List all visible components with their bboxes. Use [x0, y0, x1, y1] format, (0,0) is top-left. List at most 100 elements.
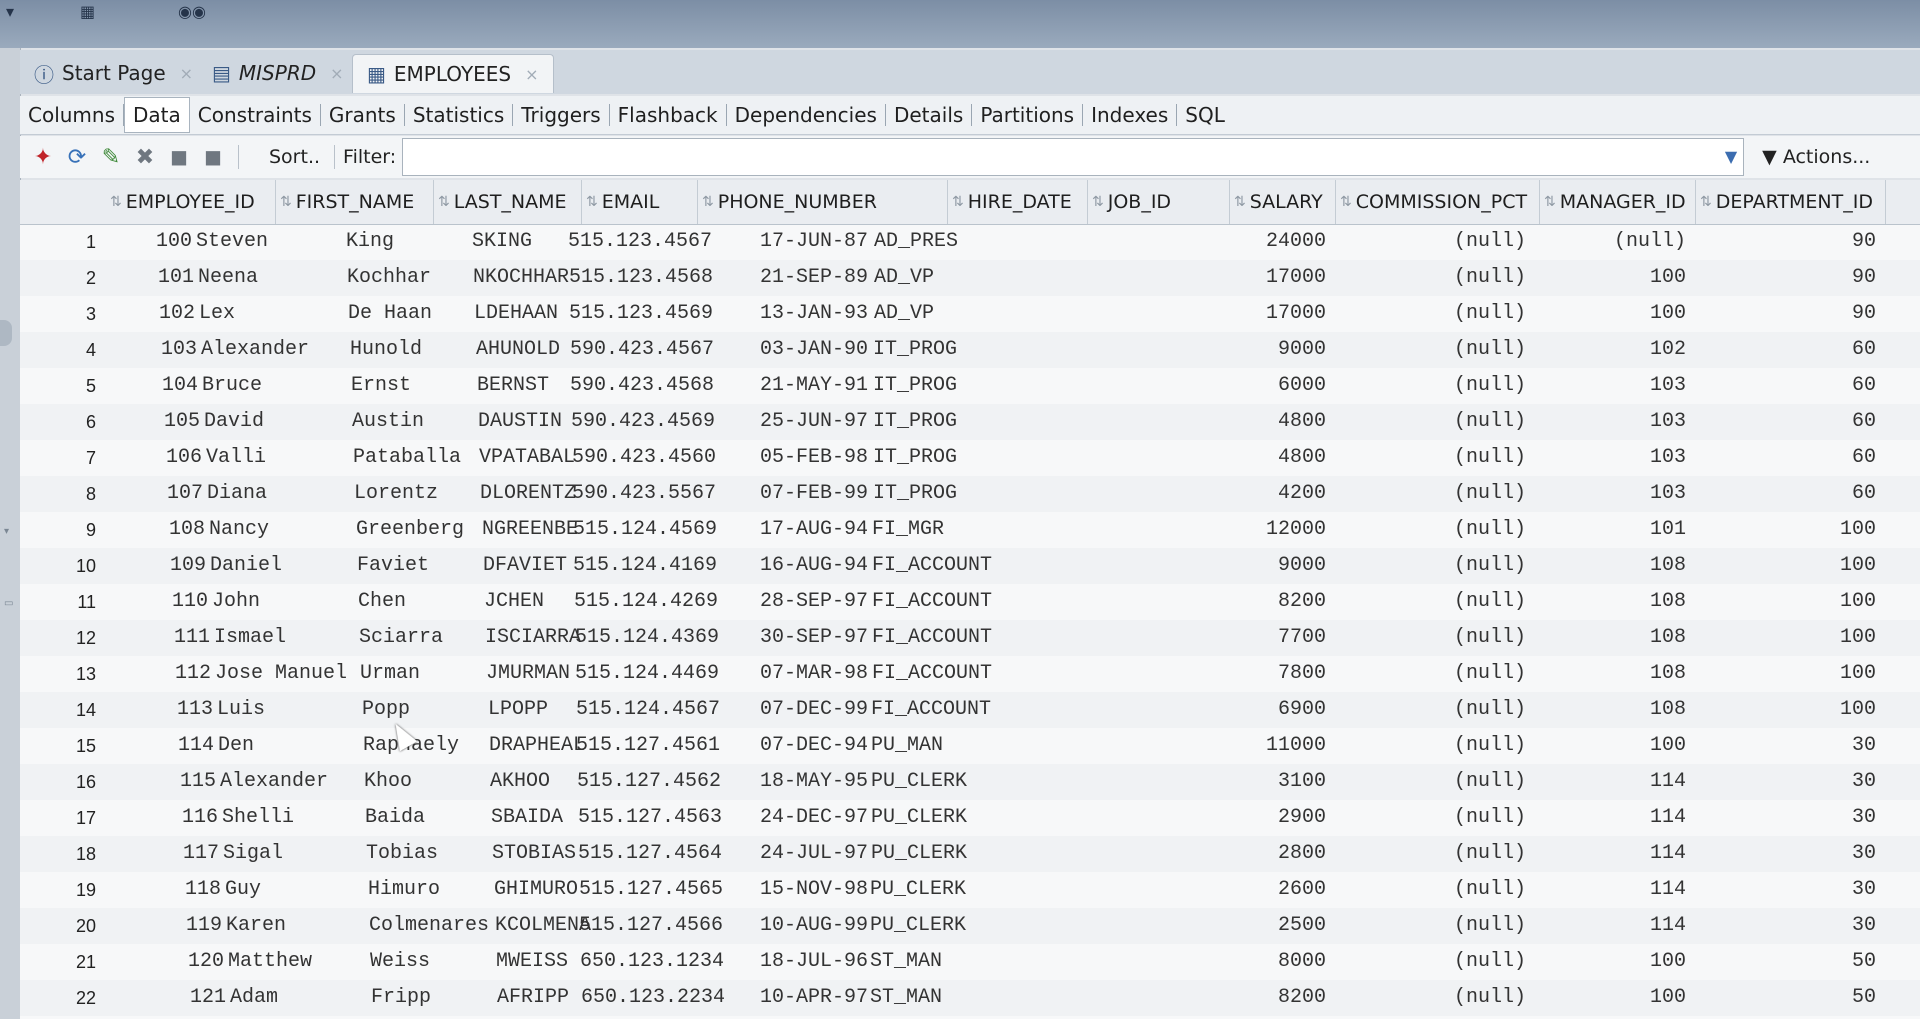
manager-id-cell[interactable]: 108 [1540, 656, 1686, 692]
employee-id-cell[interactable]: 113 [151, 692, 213, 728]
phone-number-cell[interactable]: 515.124.4569 [573, 512, 763, 548]
phone-number-cell[interactable]: 515.124.4469 [575, 656, 765, 692]
department-id-cell[interactable]: 60 [1696, 332, 1876, 368]
subtab-indexes[interactable]: Indexes [1083, 104, 1178, 126]
salary-cell[interactable]: 2800 [1230, 836, 1326, 872]
manager-id-cell[interactable]: 108 [1540, 584, 1686, 620]
hire-date-cell[interactable]: 05-FEB-98 [760, 440, 890, 476]
last-name-cell[interactable]: Lorentz [354, 476, 494, 512]
table-row[interactable]: 10 109 Daniel Faviet DFAVIET 515.124.4169 16-A… [20, 548, 1920, 584]
last-name-cell[interactable]: Khoo [364, 764, 504, 800]
table-row[interactable]: 8 107 Diana Lorentz DLORENTZ 590.423.5567 07-F… [20, 476, 1920, 512]
manager-id-cell[interactable]: 103 [1540, 476, 1686, 512]
pin-icon[interactable]: ✦ [26, 141, 60, 173]
table-row[interactable]: 1 100 Steven King SKING 515.123.4567 17-JUN-87… [20, 224, 1920, 260]
commission-pct-cell[interactable]: (null) [1336, 872, 1526, 908]
employee-id-cell[interactable]: 102 [133, 296, 195, 332]
phone-number-cell[interactable]: 515.124.4169 [573, 548, 763, 584]
employee-id-cell[interactable]: 106 [140, 440, 202, 476]
hire-date-cell[interactable]: 28-SEP-97 [760, 584, 890, 620]
last-name-cell[interactable]: Kochhar [347, 260, 487, 296]
job-id-cell[interactable]: FI_ACCOUNT [872, 620, 1012, 656]
manager-id-cell[interactable]: 103 [1540, 368, 1686, 404]
job-id-cell[interactable]: FI_ACCOUNT [871, 692, 1011, 728]
subtab-columns[interactable]: Columns [20, 104, 125, 126]
first-name-cell[interactable]: Alexander [220, 764, 370, 800]
phone-number-cell[interactable]: 515.123.4568 [569, 260, 759, 296]
sort-icon[interactable]: ⇅ [1700, 194, 1712, 210]
table-row[interactable]: 19 118 Guy Himuro GHIMURO 515.127.4565 15-NOV-… [20, 872, 1920, 908]
sort-icon[interactable]: ⇅ [702, 194, 714, 210]
column-header-employee-id[interactable]: ⇅ EMPLOYEE_ID [106, 180, 276, 224]
manager-id-cell[interactable]: 108 [1540, 692, 1686, 728]
salary-cell[interactable]: 11000 [1230, 728, 1326, 764]
last-name-cell[interactable]: Colmenares [369, 908, 509, 944]
manager-id-cell[interactable]: 114 [1540, 836, 1686, 872]
row-number[interactable]: 7 [20, 440, 96, 476]
first-name-cell[interactable]: Valli [206, 440, 356, 476]
subtab-flashback[interactable]: Flashback [610, 104, 727, 126]
last-name-cell[interactable]: Fripp [371, 980, 511, 1016]
table-row[interactable]: 15 114 Den Raphaely DRAPHEAL 515.127.4561 07-D… [20, 728, 1920, 764]
employee-id-cell[interactable]: 119 [160, 908, 222, 944]
dropdown-arrow-icon[interactable]: ▼ [1725, 147, 1737, 166]
first-name-cell[interactable]: Luis [217, 692, 367, 728]
commission-pct-cell[interactable]: (null) [1336, 332, 1526, 368]
job-id-cell[interactable]: FI_ACCOUNT [872, 584, 1012, 620]
employee-id-cell[interactable]: 108 [143, 512, 205, 548]
salary-cell[interactable]: 2900 [1230, 800, 1326, 836]
salary-cell[interactable]: 17000 [1230, 296, 1326, 332]
sort-icon[interactable]: ⇅ [952, 194, 964, 210]
subtab-statistics[interactable]: Statistics [405, 104, 514, 126]
commission-pct-cell[interactable]: (null) [1336, 764, 1526, 800]
row-number[interactable]: 2 [20, 260, 96, 296]
employee-id-cell[interactable]: 103 [135, 332, 197, 368]
first-name-cell[interactable]: Lex [199, 296, 349, 332]
first-name-cell[interactable]: Guy [225, 872, 375, 908]
job-id-cell[interactable]: AD_VP [874, 296, 1014, 332]
first-name-cell[interactable]: David [204, 404, 354, 440]
row-number[interactable]: 12 [20, 620, 96, 656]
table-row[interactable]: 14 113 Luis Popp LPOPP 515.124.4567 07-DEC-99 F… [20, 692, 1920, 728]
subtab-details[interactable]: Details [886, 104, 973, 126]
department-id-cell[interactable]: 50 [1696, 944, 1876, 980]
last-name-cell[interactable]: Ernst [351, 368, 491, 404]
first-name-cell[interactable]: Den [218, 728, 368, 764]
refresh-icon[interactable]: ⟳ [60, 141, 94, 173]
phone-number-cell[interactable]: 515.124.4567 [576, 692, 766, 728]
row-number[interactable]: 17 [20, 800, 96, 836]
department-id-cell[interactable]: 100 [1696, 584, 1876, 620]
row-number[interactable]: 21 [20, 944, 96, 980]
employee-id-cell[interactable]: 100 [130, 224, 192, 260]
hire-date-cell[interactable]: 21-MAY-91 [760, 368, 890, 404]
collapse-arrow-icon[interactable]: ▾ [4, 526, 9, 537]
column-header-last-name[interactable]: ⇅ LAST_NAME [434, 180, 582, 224]
phone-number-cell[interactable]: 515.127.4562 [577, 764, 767, 800]
manager-id-cell[interactable]: 100 [1540, 980, 1686, 1016]
commission-pct-cell[interactable]: (null) [1336, 224, 1526, 260]
column-header-department-id[interactable]: ⇅ DEPARTMENT_ID [1696, 180, 1886, 224]
subtab-dependencies[interactable]: Dependencies [727, 104, 886, 126]
commission-pct-cell[interactable]: (null) [1336, 692, 1526, 728]
job-id-cell[interactable]: PU_CLERK [871, 764, 1011, 800]
department-id-cell[interactable]: 100 [1696, 692, 1876, 728]
sort-icon[interactable]: ⇅ [1234, 194, 1246, 210]
last-name-cell[interactable]: Sciarra [359, 620, 499, 656]
salary-cell[interactable]: 8000 [1230, 944, 1326, 980]
first-name-cell[interactable]: Sigal [223, 836, 373, 872]
commit-icon[interactable]: ◼ [162, 141, 196, 173]
department-id-cell[interactable]: 90 [1696, 224, 1876, 260]
table-row[interactable]: 3 102 Lex De Haan LDEHAAN 515.123.4569 13-JAN-… [20, 296, 1920, 332]
row-number[interactable]: 19 [20, 872, 96, 908]
last-name-cell[interactable]: Raphaely [363, 728, 503, 764]
row-number[interactable]: 18 [20, 836, 96, 872]
row-number[interactable]: 5 [20, 368, 96, 404]
manager-id-cell[interactable]: 100 [1540, 296, 1686, 332]
gutter-handle[interactable] [0, 320, 12, 346]
first-name-cell[interactable]: Jose Manuel [215, 656, 365, 692]
last-name-cell[interactable]: Chen [358, 584, 498, 620]
manager-id-cell[interactable]: 103 [1540, 404, 1686, 440]
commission-pct-cell[interactable]: (null) [1336, 908, 1526, 944]
phone-number-cell[interactable]: 515.123.4567 [568, 224, 758, 260]
last-name-cell[interactable]: Himuro [368, 872, 508, 908]
